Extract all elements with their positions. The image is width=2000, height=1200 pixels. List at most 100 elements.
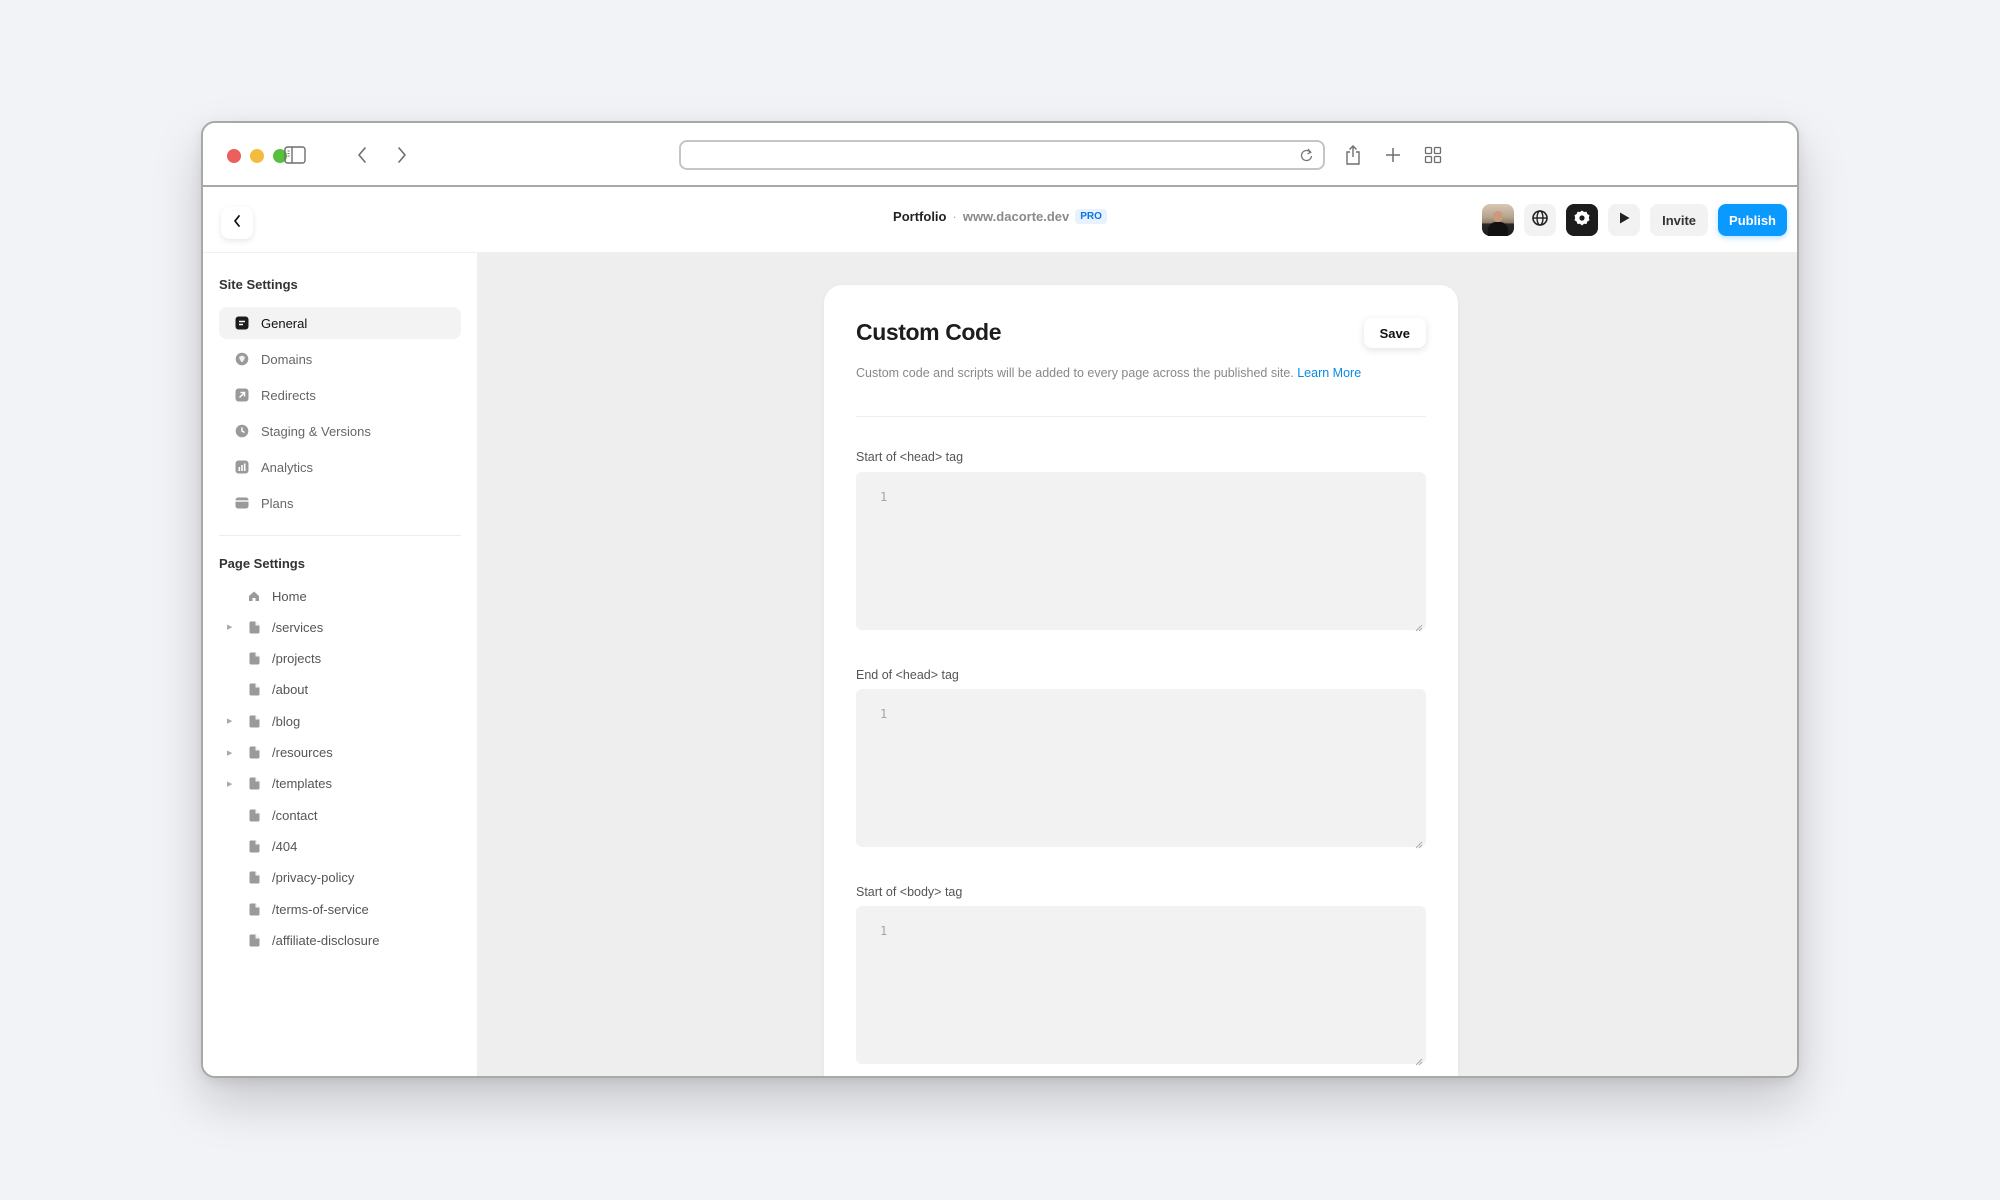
preview-button[interactable] xyxy=(1608,204,1641,236)
page-item-label: /services xyxy=(272,619,324,635)
app-header: Portfolio · www.dacorte.dev PRO Invite P… xyxy=(203,187,1797,253)
field-label-body-start: Start of <body> tag xyxy=(856,885,963,899)
card-icon xyxy=(235,496,249,510)
play-icon xyxy=(1617,211,1631,230)
page-item-label: /about xyxy=(272,682,309,698)
invite-button[interactable]: Invite xyxy=(1650,204,1709,236)
forward-arrow-icon[interactable] xyxy=(388,141,416,169)
main-content: Custom Code Save Custom code and scripts… xyxy=(477,253,1797,1076)
tab-overview-icon[interactable] xyxy=(1419,141,1447,169)
page-item-label: Home xyxy=(272,588,307,604)
page-item-services[interactable]: ▶ /services xyxy=(219,614,461,640)
page-title: Custom Code xyxy=(856,319,1002,345)
page-icon xyxy=(248,871,260,885)
page-item-resources[interactable]: ▶ /resources xyxy=(219,740,461,766)
page-icon xyxy=(248,746,260,760)
site-settings-heading: Site Settings xyxy=(219,277,298,292)
page-item-about[interactable]: /about xyxy=(219,677,461,703)
page-item-affiliate-disclosure[interactable]: /affiliate-disclosure xyxy=(219,927,461,953)
new-tab-icon[interactable] xyxy=(1379,141,1407,169)
line-number: 1 xyxy=(880,707,888,721)
address-bar[interactable] xyxy=(679,140,1325,170)
globe-icon xyxy=(235,352,249,366)
reload-icon[interactable] xyxy=(1299,146,1317,164)
home-icon xyxy=(248,589,260,603)
language-button[interactable] xyxy=(1524,204,1557,236)
back-arrow-icon[interactable] xyxy=(348,141,376,169)
learn-more-link[interactable]: Learn More xyxy=(1297,366,1361,380)
share-icon[interactable] xyxy=(1339,141,1367,169)
minimize-window-button[interactable] xyxy=(250,149,264,163)
page-settings-heading: Page Settings xyxy=(219,556,305,571)
expand-caret-icon[interactable]: ▶ xyxy=(227,623,237,631)
custom-code-card: Custom Code Save Custom code and scripts… xyxy=(824,285,1458,1076)
page-item-blog[interactable]: ▶ /blog xyxy=(219,708,461,734)
resize-handle-icon[interactable] xyxy=(1415,836,1423,849)
browser-toolbar xyxy=(203,123,1797,187)
site-name: Portfolio xyxy=(893,209,947,224)
page-item-404[interactable]: /404 xyxy=(219,833,461,859)
sidebar-item-label: Staging & Versions xyxy=(261,423,371,439)
sidebar-item-redirects[interactable]: Redirects xyxy=(219,379,461,411)
resize-handle-icon[interactable] xyxy=(1415,619,1423,632)
sidebar-item-analytics[interactable]: Analytics xyxy=(219,451,461,483)
sidebar-item-staging-versions[interactable]: Staging & Versions xyxy=(219,415,461,447)
close-window-button[interactable] xyxy=(227,149,241,163)
sidebar-toggle-icon[interactable] xyxy=(281,141,309,169)
redirect-icon xyxy=(235,388,249,402)
page-item-label: /terms-of-service xyxy=(272,901,369,917)
header-actions: Invite Publish xyxy=(1482,204,1787,236)
expand-caret-icon[interactable]: ▶ xyxy=(227,780,237,788)
settings-button[interactable] xyxy=(1566,204,1599,236)
page-icon xyxy=(248,808,260,822)
settings-sidebar: Site Settings General Domains Redirects … xyxy=(203,253,477,1076)
avatar[interactable] xyxy=(1482,204,1515,236)
sidebar-item-plans[interactable]: Plans xyxy=(219,487,461,519)
page-icon xyxy=(248,839,260,853)
line-number: 1 xyxy=(880,490,888,504)
sidebar-item-label: General xyxy=(261,315,308,331)
title-separator: · xyxy=(952,209,957,224)
page-item-home[interactable]: Home xyxy=(219,583,461,609)
page-icon xyxy=(248,714,260,728)
page-item-privacy-policy[interactable]: /privacy-policy xyxy=(219,865,461,891)
code-editor-body-start[interactable]: 1 xyxy=(856,906,1426,1066)
sidebar-item-label: Analytics xyxy=(261,459,314,475)
page-icon xyxy=(248,902,260,916)
page-item-label: /blog xyxy=(272,713,301,729)
sidebar-item-general[interactable]: General xyxy=(219,307,461,339)
sidebar-item-label: Domains xyxy=(261,351,313,367)
page-item-label: /templates xyxy=(272,776,332,792)
page-item-projects[interactable]: /projects xyxy=(219,646,461,672)
line-number: 1 xyxy=(880,924,888,938)
site-domain[interactable]: www.dacorte.dev xyxy=(963,209,1069,224)
page-icon xyxy=(248,652,260,666)
expand-caret-icon[interactable]: ▶ xyxy=(227,717,237,725)
plan-badge: PRO xyxy=(1075,209,1107,224)
sidebar-item-label: Redirects xyxy=(261,387,316,403)
code-editor-head-end[interactable]: 1 xyxy=(856,689,1426,849)
description-text: Custom code and scripts will be added to… xyxy=(856,366,1294,380)
page-item-templates[interactable]: ▶ /templates xyxy=(219,771,461,797)
globe-icon xyxy=(1531,209,1549,232)
clock-icon xyxy=(235,424,249,438)
card-divider xyxy=(856,416,1426,417)
field-label-head-end: End of <head> tag xyxy=(856,668,959,682)
resize-handle-icon[interactable] xyxy=(1415,1053,1423,1066)
page-item-label: /projects xyxy=(272,651,322,667)
save-button[interactable]: Save xyxy=(1363,318,1426,348)
page-item-label: /affiliate-disclosure xyxy=(272,932,380,948)
page-item-terms-of-service[interactable]: /terms-of-service xyxy=(219,896,461,922)
sidebar-item-domains[interactable]: Domains xyxy=(219,343,461,375)
page-item-label: /404 xyxy=(272,838,298,854)
publish-button[interactable]: Publish xyxy=(1718,204,1787,236)
expand-caret-icon[interactable]: ▶ xyxy=(227,749,237,757)
sidebar-item-label: Plans xyxy=(261,495,294,511)
page-icon xyxy=(248,683,260,697)
gear-icon xyxy=(1573,209,1591,232)
page-icon xyxy=(248,620,260,634)
code-editor-head-start[interactable]: 1 xyxy=(856,472,1426,632)
card-description: Custom code and scripts will be added to… xyxy=(856,366,1361,380)
page-item-label: /resources xyxy=(272,745,333,760)
page-item-contact[interactable]: /contact xyxy=(219,802,461,828)
